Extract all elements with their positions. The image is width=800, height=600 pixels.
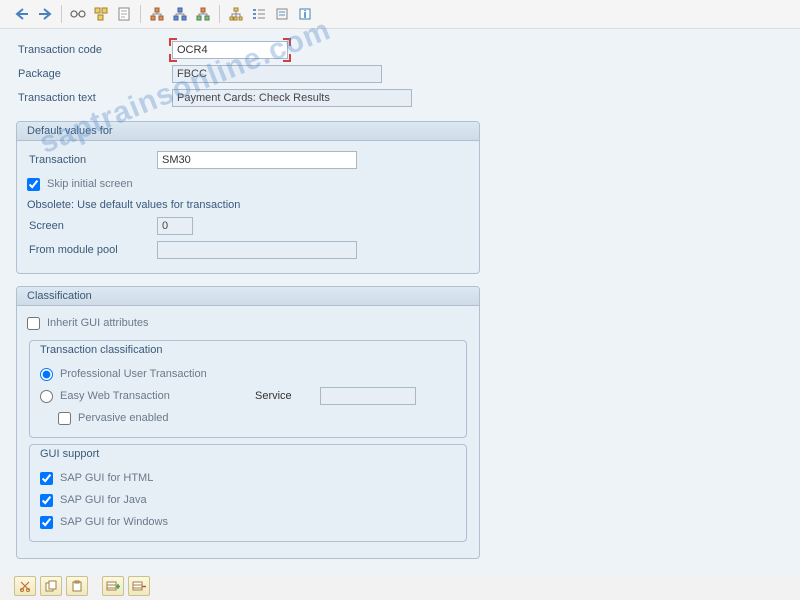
list-icon[interactable] bbox=[249, 4, 269, 24]
info-icon[interactable]: i bbox=[295, 4, 315, 24]
package-label: Package bbox=[16, 68, 172, 80]
transaction-code-label: Transaction code bbox=[16, 44, 172, 56]
easy-web-label: Easy Web Transaction bbox=[60, 390, 250, 402]
gui-windows-checkbox[interactable] bbox=[40, 516, 53, 529]
service-label: Service bbox=[255, 390, 315, 402]
gui-java-label: SAP GUI for Java bbox=[60, 494, 147, 506]
document-icon[interactable] bbox=[114, 4, 134, 24]
from-module-field bbox=[157, 241, 357, 259]
gui-title: GUI support bbox=[30, 445, 466, 463]
main-area: Transaction code Package Transaction tex… bbox=[0, 29, 800, 575]
transaction-text-label: Transaction text bbox=[16, 92, 172, 104]
org-icon[interactable] bbox=[226, 4, 246, 24]
transaction-label: Transaction bbox=[27, 154, 157, 166]
from-module-label: From module pool bbox=[27, 244, 157, 256]
default-values-title: Default values for bbox=[17, 122, 479, 141]
pervasive-label: Pervasive enabled bbox=[78, 412, 169, 424]
transaction-code-highlight bbox=[172, 41, 288, 59]
classification-title: Classification bbox=[17, 287, 479, 306]
gui-html-label: SAP GUI for HTML bbox=[60, 472, 153, 484]
hierarchy-icon-1[interactable] bbox=[147, 4, 167, 24]
copy-button[interactable] bbox=[40, 576, 62, 596]
transaction-field[interactable] bbox=[157, 151, 357, 169]
toolbar: i bbox=[0, 0, 800, 29]
svg-text:i: i bbox=[303, 9, 306, 21]
package-field bbox=[172, 65, 382, 83]
screen-label: Screen bbox=[27, 220, 157, 232]
tree-toggle-icon[interactable] bbox=[91, 4, 111, 24]
hierarchy-blue-icon[interactable] bbox=[170, 4, 190, 24]
pervasive-checkbox[interactable] bbox=[58, 412, 71, 425]
delete-row-button[interactable] bbox=[128, 576, 150, 596]
glasses-icon[interactable] bbox=[68, 4, 88, 24]
hierarchy-icon-2[interactable] bbox=[193, 4, 213, 24]
classification-group: Classification Inherit GUI attributes Tr… bbox=[16, 286, 480, 559]
variant-icon[interactable] bbox=[272, 4, 292, 24]
tc-title: Transaction classification bbox=[30, 341, 466, 359]
professional-radio[interactable] bbox=[40, 368, 53, 381]
forward-button[interactable] bbox=[35, 4, 55, 24]
gui-html-checkbox[interactable] bbox=[40, 472, 53, 485]
gui-java-checkbox[interactable] bbox=[40, 494, 53, 507]
inherit-gui-label: Inherit GUI attributes bbox=[47, 317, 149, 329]
separator-icon bbox=[61, 5, 62, 23]
inherit-gui-checkbox[interactable] bbox=[27, 317, 40, 330]
insert-row-button[interactable] bbox=[102, 576, 124, 596]
obsolete-text: Obsolete: Use default values for transac… bbox=[27, 199, 469, 211]
separator-icon bbox=[140, 5, 141, 23]
paste-button[interactable] bbox=[66, 576, 88, 596]
separator-icon bbox=[219, 5, 220, 23]
skip-initial-checkbox[interactable] bbox=[27, 178, 40, 191]
screen-field bbox=[157, 217, 193, 235]
cut-button[interactable] bbox=[14, 576, 36, 596]
gui-windows-label: SAP GUI for Windows bbox=[60, 516, 168, 528]
professional-label: Professional User Transaction bbox=[60, 368, 207, 380]
footer-toolbar bbox=[14, 576, 150, 596]
skip-initial-label: Skip initial screen bbox=[47, 178, 133, 190]
default-values-group: Default values for Transaction Skip init… bbox=[16, 121, 480, 274]
gui-support-group: GUI support SAP GUI for HTML SAP GUI for… bbox=[29, 444, 467, 542]
transaction-code-field[interactable] bbox=[172, 41, 288, 59]
easy-web-radio[interactable] bbox=[40, 390, 53, 403]
transaction-classification-group: Transaction classification Professional … bbox=[29, 340, 467, 438]
back-button[interactable] bbox=[12, 4, 32, 24]
service-field bbox=[320, 387, 416, 405]
transaction-text-field bbox=[172, 89, 412, 107]
